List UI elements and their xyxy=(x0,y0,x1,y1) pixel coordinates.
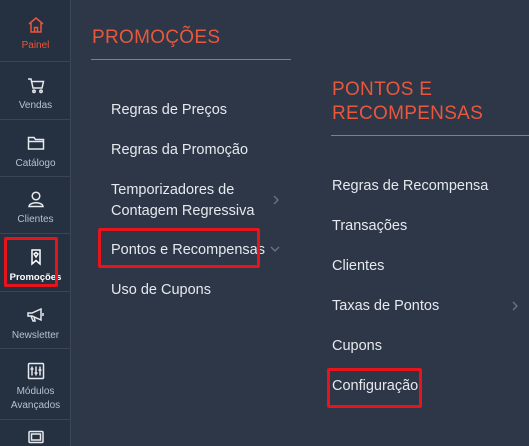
modules-icon xyxy=(25,360,47,382)
folder-icon xyxy=(25,132,47,154)
admin-nav-rail: Painel Vendas Catálogo Clientes Promoçõe… xyxy=(0,0,71,446)
panel-title: PROMOÇÕES xyxy=(92,27,221,48)
rail-item-newsletter[interactable]: Newsletter xyxy=(0,293,71,349)
rail-item-label: Vendas xyxy=(18,100,53,111)
title-divider xyxy=(91,59,291,60)
menu-item-regras-de-recompensa[interactable]: Regras de Recompensa xyxy=(332,176,488,196)
menu-item-cupons[interactable]: Cupons xyxy=(332,336,382,356)
title-divider xyxy=(331,135,529,136)
rail-item-clientes[interactable]: Clientes xyxy=(0,178,71,234)
rail-item-label: Promoções xyxy=(9,272,62,283)
chevron-down-icon xyxy=(270,246,280,252)
menu-item-clientes[interactable]: Clientes xyxy=(332,256,384,276)
menu-item-configuracao[interactable]: Configuração xyxy=(332,376,418,396)
monitor-icon xyxy=(25,430,47,446)
rail-item-label: Newsletter xyxy=(11,330,60,341)
home-icon xyxy=(25,14,47,36)
rail-item-label: Catálogo xyxy=(15,158,56,169)
tag-icon xyxy=(25,246,47,268)
menu-item-taxas-de-pontos[interactable]: Taxas de Pontos xyxy=(332,296,439,316)
menu-item-label-line1: Temporizadores de xyxy=(111,182,235,198)
menu-item-transacoes[interactable]: Transações xyxy=(332,216,407,236)
chevron-right-icon xyxy=(273,195,279,205)
panel-title-line2: RECOMPENSAS xyxy=(332,103,484,124)
rail-item-label: Painel xyxy=(21,40,50,51)
megaphone-icon xyxy=(25,304,47,326)
menu-item-temporizadores[interactable]: Temporizadores de Contagem Regressiva xyxy=(111,180,254,222)
rail-item-more[interactable] xyxy=(0,421,71,446)
rail-item-painel[interactable]: Painel xyxy=(0,0,71,62)
panel-title: PONTOS E RECOMPENSAS xyxy=(332,78,483,126)
panel-title-line1: PONTOS E xyxy=(332,79,433,100)
chevron-right-icon xyxy=(512,301,518,311)
cart-icon xyxy=(25,74,47,96)
rail-item-modulos-avancados[interactable]: Módulos Avançados xyxy=(0,350,71,420)
menu-item-uso-de-cupons[interactable]: Uso de Cupons xyxy=(111,280,211,300)
menu-item-label-line2: Contagem Regressiva xyxy=(111,203,255,219)
rail-item-label: Clientes xyxy=(17,214,54,225)
rail-item-promocoes[interactable]: Promoções xyxy=(0,235,71,292)
rail-item-catalogo[interactable]: Catálogo xyxy=(0,121,71,177)
rail-item-vendas[interactable]: Vendas xyxy=(0,63,71,120)
rail-item-label: Módulos Avançados xyxy=(10,386,61,411)
menu-item-pontos-e-recompensas[interactable]: Pontos e Recompensas xyxy=(111,240,265,260)
user-icon xyxy=(25,188,47,210)
menu-item-regras-da-promocao[interactable]: Regras da Promoção xyxy=(111,140,248,160)
menu-item-regras-de-precos[interactable]: Regras de Preços xyxy=(111,100,227,120)
